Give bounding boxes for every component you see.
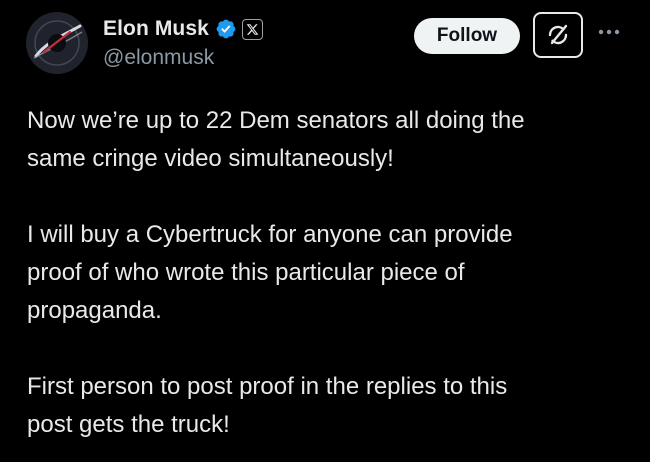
avatar[interactable] (26, 12, 88, 74)
author-handle[interactable]: @elonmusk (103, 46, 214, 70)
verified-badge-icon[interactable] (215, 18, 237, 40)
more-options-button[interactable] (596, 22, 622, 42)
tweet-paragraph: First person to post proof in the replie… (27, 373, 508, 438)
follow-button[interactable]: Follow (414, 18, 520, 54)
tweet-paragraph: I will buy a Cybertruck for anyone can p… (27, 221, 513, 324)
avatar-image (26, 12, 88, 74)
author-name-row: Elon Musk (103, 15, 263, 43)
grok-button[interactable] (533, 12, 583, 58)
x-logo-icon[interactable] (241, 18, 263, 40)
author-display-name[interactable]: Elon Musk (103, 17, 209, 41)
tweet-paragraph: Now we’re up to 22 Dem senators all doin… (27, 107, 525, 172)
tweet-text: Now we’re up to 22 Dem senators all doin… (27, 102, 627, 444)
more-options-icon (598, 29, 620, 35)
grok-icon (548, 24, 568, 45)
